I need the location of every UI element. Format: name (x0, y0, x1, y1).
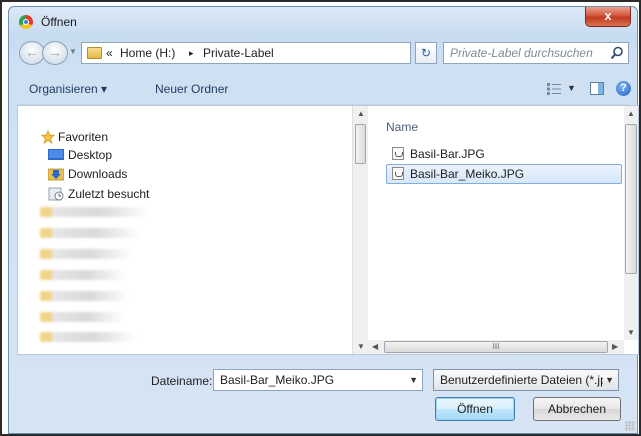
blurred-library-item (40, 249, 132, 259)
organize-button[interactable]: Organisieren ▾ (29, 82, 107, 96)
chevron-down-icon[interactable]: ▼ (603, 375, 614, 385)
screen-frame: Öffnen x ← → ▼ « Home (H:) ▸ Private-Lab… (0, 0, 641, 436)
filename-combobox[interactable]: Basil-Bar_Meiko.JPG ▼ (213, 369, 423, 391)
address-bar[interactable]: « Home (H:) ▸ Private-Label ▼ (81, 42, 436, 64)
scroll-thumb[interactable]: III (384, 341, 608, 353)
blurred-library-item (40, 207, 148, 217)
blurred-library-item (40, 312, 124, 322)
scroll-up-arrow-icon[interactable]: ▲ (357, 109, 365, 118)
recent-locations-dropdown[interactable]: ▼ (69, 47, 77, 56)
close-button[interactable]: x (585, 7, 631, 27)
new-folder-button[interactable]: Neuer Ordner (155, 82, 228, 96)
column-header-name[interactable]: Name (386, 120, 418, 134)
blurred-library-item (40, 270, 126, 280)
view-options-icon[interactable] (547, 83, 561, 95)
downloads-icon (48, 168, 64, 181)
refresh-button[interactable]: ↻ (415, 42, 437, 64)
resize-grip-icon[interactable] (625, 421, 635, 431)
file-list-pane: Name Basil-Bar.JPG Basil-Bar_Meiko.JPG ▲… (368, 106, 638, 354)
image-file-icon (392, 147, 404, 160)
view-dropdown-icon[interactable]: ▼ (567, 83, 576, 93)
filetype-select[interactable]: Benutzerdefinierte Dateien (*.jp ▼ (433, 369, 619, 391)
desktop-icon (48, 149, 64, 160)
content-panes: Favoriten Desktop Downloads Zuletzt besu… (17, 105, 639, 355)
breadcrumb-overflow[interactable]: « (106, 46, 113, 60)
open-dialog: Öffnen x ← → ▼ « Home (H:) ▸ Private-Lab… (8, 6, 639, 434)
chevron-down-icon[interactable]: ▼ (409, 375, 418, 385)
folder-icon (87, 47, 102, 59)
scroll-left-arrow-icon[interactable]: ◀ (372, 342, 378, 351)
breadcrumb-home[interactable]: Home (H:) (120, 46, 175, 60)
search-input[interactable]: Private-Label durchsuchen (443, 42, 629, 64)
navigation-bar: ← → ▼ « Home (H:) ▸ Private-Label ▼ ↻ Pr… (17, 39, 629, 69)
scroll-up-arrow-icon[interactable]: ▲ (627, 109, 635, 118)
star-icon (40, 130, 56, 144)
scroll-down-arrow-icon[interactable]: ▼ (357, 342, 365, 351)
sidebar-item-recent[interactable]: Zuletzt besucht (68, 187, 149, 201)
file-list-horizontal-scrollbar[interactable]: ◀ III ▶ (368, 340, 624, 354)
file-label: Basil-Bar.JPG (410, 147, 485, 161)
cancel-button[interactable]: Abbrechen (533, 397, 621, 421)
scroll-thumb[interactable] (355, 124, 366, 164)
navigation-pane: Favoriten Desktop Downloads Zuletzt besu… (18, 106, 369, 354)
file-item-selected[interactable]: Basil-Bar_Meiko.JPG (386, 164, 622, 184)
blurred-library-item (40, 332, 136, 342)
help-icon[interactable]: ? (616, 81, 631, 96)
command-toolbar: Organisieren ▾ Neuer Ordner ▼ ? (17, 74, 631, 105)
sidebar-item-favorites[interactable]: Favoriten (58, 130, 108, 144)
scroll-thumb[interactable] (625, 124, 637, 274)
breadcrumb-separator-icon[interactable]: ▸ (189, 48, 194, 59)
title-bar[interactable]: Öffnen x (9, 7, 637, 37)
breadcrumb-private-label[interactable]: Private-Label (203, 46, 274, 60)
navigation-pane-scrollbar[interactable]: ▲ ▼ (352, 106, 369, 354)
preview-pane-icon[interactable] (590, 82, 604, 95)
dialog-title: Öffnen (41, 15, 77, 29)
forward-button[interactable]: → (42, 41, 68, 65)
file-list-vertical-scrollbar[interactable]: ▲ ▼ (624, 106, 638, 340)
blurred-library-item (40, 228, 140, 238)
open-button[interactable]: Öffnen (435, 397, 515, 421)
sidebar-item-downloads[interactable]: Downloads (68, 167, 127, 181)
scroll-down-arrow-icon[interactable]: ▼ (627, 328, 635, 337)
scroll-right-arrow-icon[interactable]: ▶ (612, 342, 618, 351)
recent-places-icon (48, 187, 64, 201)
image-file-icon (392, 167, 404, 180)
search-placeholder: Private-Label durchsuchen (450, 46, 593, 60)
file-item[interactable]: Basil-Bar.JPG (386, 144, 622, 164)
chrome-app-icon (19, 15, 33, 29)
filename-label: Dateiname: (151, 374, 213, 388)
file-label: Basil-Bar_Meiko.JPG (410, 167, 525, 181)
filetype-value: Benutzerdefinierte Dateien (*.jp (440, 373, 607, 387)
search-icon[interactable] (609, 45, 625, 61)
blurred-library-item (40, 291, 130, 301)
filename-input[interactable]: Basil-Bar_Meiko.JPG (220, 373, 334, 387)
sidebar-item-desktop[interactable]: Desktop (68, 148, 112, 162)
